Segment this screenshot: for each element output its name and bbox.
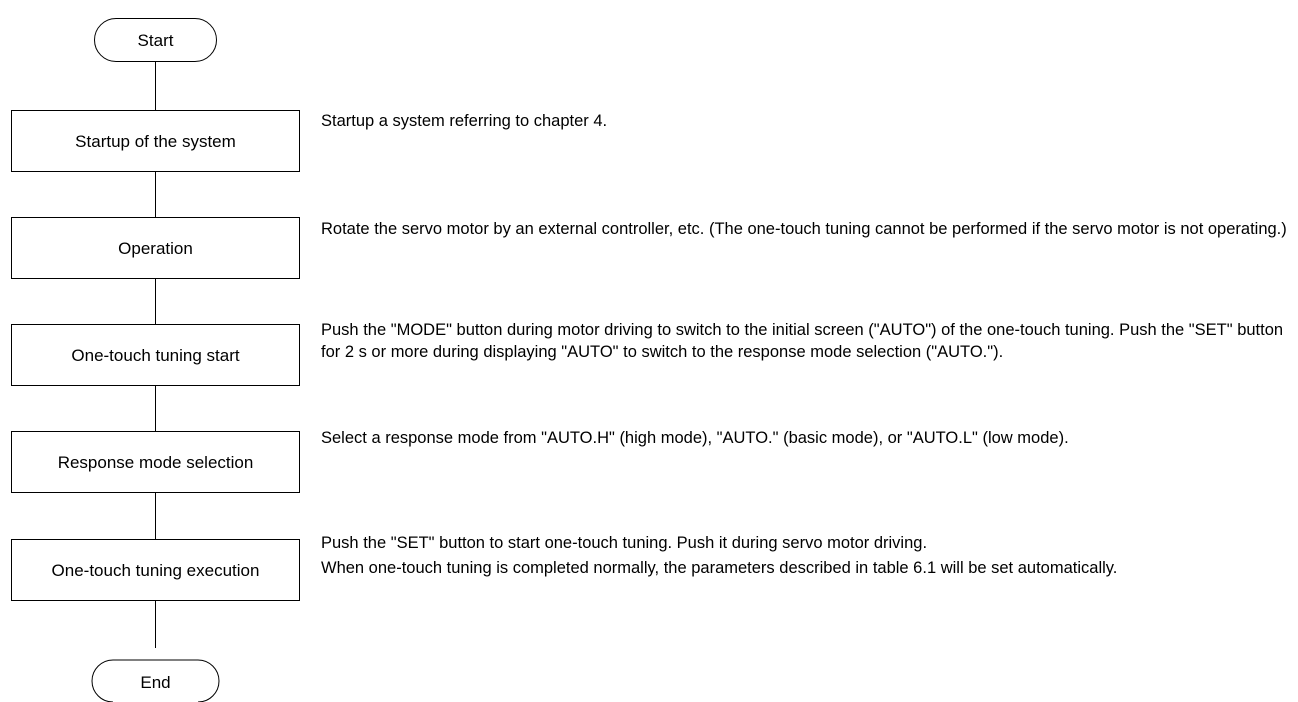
step-label-execution: One-touch tuning execution [52,561,260,580]
step-label-one-touch-start: One-touch tuning start [71,346,239,365]
end-label: End [140,673,170,692]
description-text: Push the "MODE" button during motor driv… [321,321,1284,361]
description-one-touch-start: Push the "MODE" button during motor driv… [321,319,1291,363]
description-text: Startup a system referring to chapter 4. [321,112,608,130]
step-label-response-mode: Response mode selection [58,453,254,472]
description-execution: Push the "SET" button to start one-touch… [321,532,1291,579]
description-text: When one-touch tuning is completed norma… [321,559,1118,577]
description-startup: Startup a system referring to chapter 4. [321,110,1291,132]
description-response-mode: Select a response mode from "AUTO.H" (hi… [321,427,1291,449]
description-text: Push the "SET" button to start one-touch… [321,534,928,552]
description-text: Select a response mode from "AUTO.H" (hi… [321,429,1069,447]
description-operation: Rotate the servo motor by an external co… [321,218,1291,240]
description-text: Rotate the servo motor by an external co… [321,220,1287,238]
start-label: Start [138,31,174,50]
step-label-operation: Operation [118,239,193,258]
step-label-startup: Startup of the system [75,132,236,151]
